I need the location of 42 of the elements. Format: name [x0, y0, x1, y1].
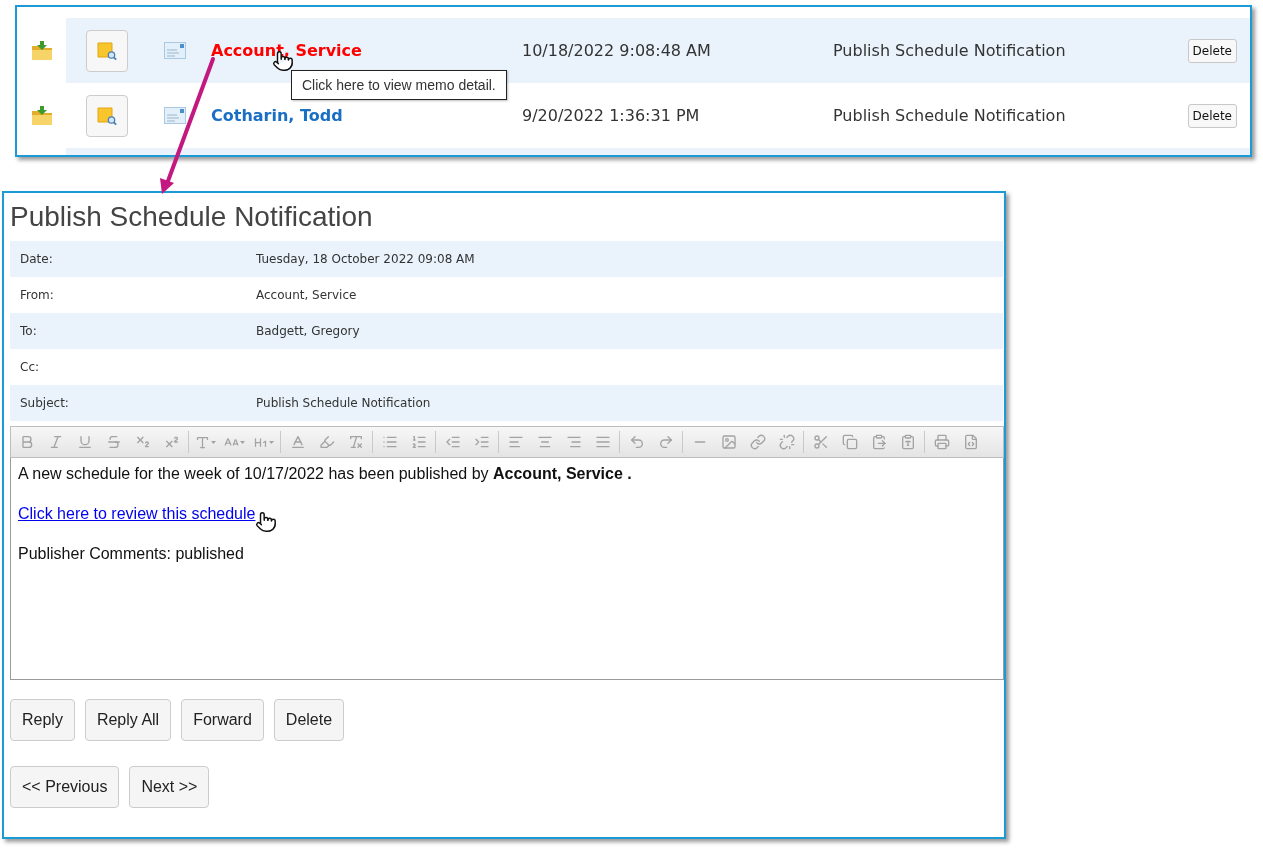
- subject-text: Publish Schedule Notification: [833, 40, 1066, 60]
- field-label: Date:: [19, 251, 54, 268]
- caret-icon: [240, 440, 245, 444]
- pager-button[interactable]: Next >>: [129, 766, 210, 808]
- subject-text: Publish Schedule Notification: [833, 105, 1066, 125]
- caret-icon: [211, 440, 216, 444]
- memo-title: Publish Schedule Notification: [10, 200, 374, 234]
- delete-button[interactable]: Delete: [1187, 103, 1237, 128]
- action-button[interactable]: Forward: [181, 699, 264, 741]
- action-button[interactable]: Reply All: [84, 699, 172, 741]
- folder-download-icon: [30, 105, 53, 126]
- folder-download-icon: [30, 40, 53, 61]
- note-button[interactable]: [86, 94, 128, 137]
- sender-link[interactable]: Cotharin, Todd: [211, 105, 343, 125]
- sender-link[interactable]: Account, Service: [211, 40, 362, 60]
- received-date: 10/18/2022 9:08:48 AM: [522, 40, 711, 60]
- memo-card-icon: [164, 107, 186, 124]
- field-value: Tuesday, 18 October 2022 09:08 AM: [256, 251, 475, 268]
- review-schedule-link[interactable]: Click here to review this schedule: [18, 505, 256, 522]
- received-date: 9/20/2022 1:36:31 PM: [522, 105, 700, 125]
- field-value: Badgett, Gregory: [256, 323, 360, 340]
- hand-pointer-icon: [255, 511, 277, 533]
- message-text: A new schedule for the week of 10/17/2022 has been published by Account, Service .: [18, 464, 633, 484]
- message-body-field[interactable]: A new schedule for the week of 10/17/2022 has been published by Account, Service . Click here to review this schedule Publisher Comments: published: [10, 458, 1004, 680]
- memo-card-icon: [164, 42, 186, 59]
- action-button[interactable]: Delete: [273, 699, 345, 741]
- delete-button[interactable]: Delete: [1187, 38, 1237, 63]
- pager-button[interactable]: << Previous: [10, 766, 120, 808]
- font-icon: [195, 434, 210, 450]
- field-label: Subject:: [19, 395, 70, 412]
- note-search-icon: [97, 105, 117, 126]
- field-label: Cc:: [19, 359, 41, 376]
- field-label: From:: [19, 287, 55, 304]
- field-value: Publish Schedule Notification: [256, 395, 431, 412]
- message-text: Publisher Comments: published: [18, 544, 245, 564]
- field-value: Account, Service: [256, 287, 357, 304]
- note-button[interactable]: [86, 29, 128, 72]
- field-label: To:: [19, 323, 38, 340]
- tooltip: Click here to view memo detail.: [291, 70, 507, 100]
- note-search-icon: [97, 40, 117, 61]
- action-button[interactable]: Reply: [10, 699, 75, 741]
- caret-icon: [269, 440, 274, 444]
